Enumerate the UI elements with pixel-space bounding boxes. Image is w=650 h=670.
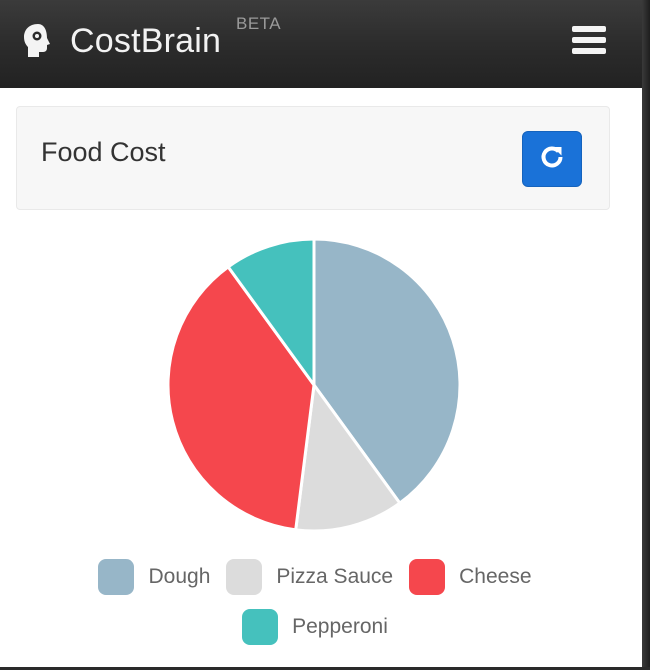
panel-title: Food Cost: [41, 137, 166, 167]
brand[interactable]: CostBrain: [22, 16, 221, 66]
app-frame: CostBrain BETA Food Cost Dough Pizza Sauc…: [0, 0, 650, 670]
brain-head-icon: [22, 23, 54, 59]
legend-swatch: [242, 609, 279, 645]
pie-chart-svg: [166, 237, 462, 533]
legend-swatch: [409, 559, 446, 595]
refresh-button[interactable]: [522, 131, 582, 187]
legend-item-pepperoni[interactable]: Pepperoni: [242, 609, 388, 645]
food-cost-panel: Food Cost: [16, 106, 610, 210]
legend-swatch: [226, 559, 263, 595]
chart-legend: Dough Pizza Sauce Cheese Pepperoni: [0, 552, 630, 652]
legend-label: Dough: [148, 565, 211, 588]
refresh-icon: [539, 144, 565, 175]
top-navbar: CostBrain BETA: [0, 0, 642, 88]
brand-name: CostBrain: [70, 21, 222, 60]
legend-item-pizza-sauce[interactable]: Pizza Sauce: [226, 559, 393, 595]
legend-row: Dough Pizza Sauce Cheese: [0, 552, 630, 602]
food-cost-pie-chart: [0, 228, 642, 548]
beta-badge: BETA: [236, 14, 282, 33]
legend-label: Cheese: [459, 565, 532, 588]
window-edge: [642, 0, 650, 670]
legend-row: Pepperoni: [0, 602, 630, 652]
legend-label: Pepperoni: [292, 615, 388, 638]
legend-swatch: [98, 559, 135, 595]
legend-item-dough[interactable]: Dough: [98, 559, 210, 595]
legend-label: Pizza Sauce: [276, 565, 394, 588]
hamburger-menu-icon[interactable]: [572, 26, 608, 58]
legend-item-cheese[interactable]: Cheese: [409, 559, 532, 595]
